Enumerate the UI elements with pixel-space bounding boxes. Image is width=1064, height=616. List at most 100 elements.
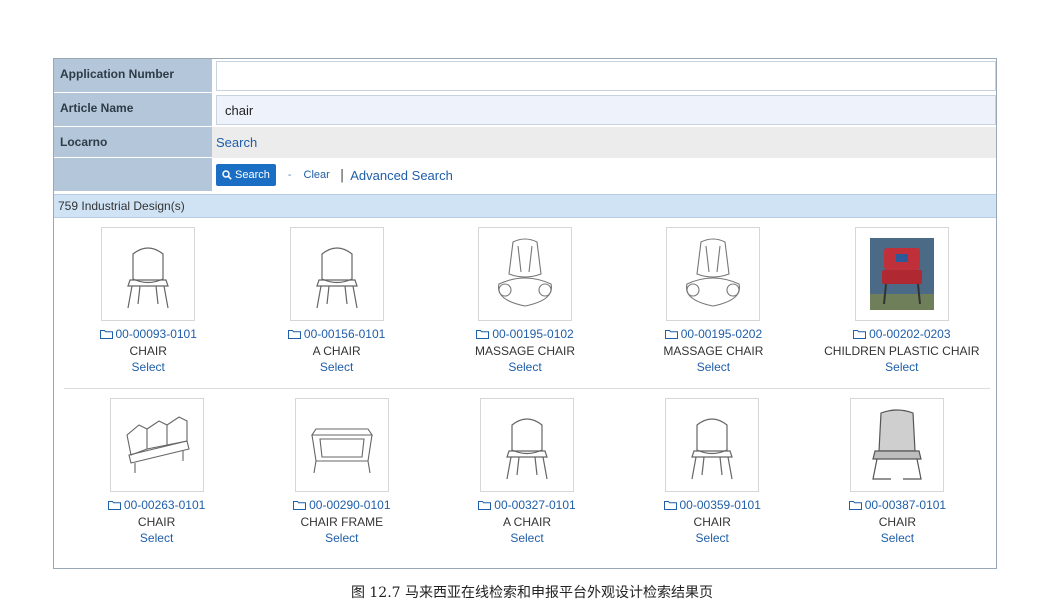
- application-number-row: Application Number: [54, 59, 996, 93]
- figure-caption: 图 12.7 马来西亚在线检索和申报平台外观设计检索结果页: [350, 585, 714, 601]
- design-article-name: A CHAIR: [503, 515, 552, 529]
- folder-icon: [848, 501, 862, 510]
- folder-icon: [107, 501, 121, 510]
- design-thumbnail[interactable]: [478, 227, 573, 321]
- result-card: 00-00195-0202 MASSAGE CHAIR Select: [619, 218, 807, 388]
- design-article-name: MASSAGE CHAIR: [475, 344, 576, 358]
- design-thumbnail[interactable]: [294, 398, 389, 492]
- locarno-row: Locarno Search: [54, 127, 996, 158]
- design-number: 00-00195-0102: [492, 327, 574, 341]
- actions-row: Search - Clear | Advanced Search: [54, 158, 996, 192]
- select-link[interactable]: Select: [881, 531, 914, 545]
- design-number: 00-00093-0101: [115, 327, 197, 341]
- select-link[interactable]: Select: [697, 360, 730, 374]
- design-article-name: CHILDREN PLASTIC CHAIR: [824, 344, 980, 358]
- design-number: 00-00290-0101: [309, 498, 391, 512]
- design-article-name: CHAIR: [129, 344, 167, 358]
- select-link[interactable]: Select: [696, 531, 729, 545]
- results-row: 00-00093-0101 CHAIR Select 00-00156-0101 A C…: [54, 218, 996, 388]
- massage-chair-sketch: [686, 238, 741, 307]
- locarno-search-link[interactable]: Search: [216, 135, 257, 150]
- search-button-label: Search: [235, 169, 270, 181]
- results-grid: 00-00093-0101 CHAIR Select 00-00156-0101 A C…: [54, 218, 996, 558]
- bench-chair-sketch: [125, 416, 190, 473]
- massage-chair-sketch: [498, 238, 553, 307]
- design-article-name: CHAIR FRAME: [300, 515, 384, 529]
- advanced-search-link[interactable]: Advanced Search: [350, 168, 453, 183]
- select-link[interactable]: Select: [325, 531, 358, 545]
- chair-sketch: [315, 247, 358, 309]
- design-number-link[interactable]: 00-00195-0202: [664, 327, 763, 341]
- results-count-bar: 759 Industrial Design(s): [54, 194, 996, 218]
- search-panel: Application Number Article Name Locarno …: [53, 58, 997, 569]
- application-number-input[interactable]: [216, 61, 996, 91]
- result-card: 00-00156-0101 A CHAIR Select: [242, 218, 430, 388]
- design-number-link[interactable]: 00-00359-0101: [663, 498, 761, 512]
- folder-icon: [478, 501, 492, 510]
- folder-icon: [293, 501, 307, 510]
- result-card: 00-00327-0101 A CHAIR Select: [434, 389, 619, 558]
- design-thumbnail[interactable]: [289, 227, 384, 321]
- folder-icon: [663, 501, 677, 510]
- search-button[interactable]: Search: [216, 164, 276, 186]
- select-link[interactable]: Select: [885, 360, 918, 374]
- select-link[interactable]: Select: [510, 531, 543, 545]
- design-number-link[interactable]: 00-00156-0101: [287, 327, 386, 341]
- chair-sketch: [506, 418, 548, 480]
- folder-icon: [664, 330, 678, 339]
- design-thumbnail[interactable]: [480, 398, 574, 492]
- design-article-name: CHAIR: [137, 515, 176, 529]
- action-pipe: |: [339, 167, 345, 183]
- design-number-link[interactable]: 00-00387-0101: [848, 498, 947, 512]
- design-thumbnail[interactable]: [101, 227, 196, 321]
- mesh-chair-sketch: [872, 409, 923, 480]
- design-number-link[interactable]: 00-00202-0203: [853, 327, 951, 341]
- design-number: 00-00263-0101: [123, 498, 206, 512]
- design-number: 00-00387-0101: [864, 498, 947, 512]
- search-icon: [222, 170, 232, 180]
- select-link[interactable]: Select: [140, 531, 173, 545]
- design-number-link[interactable]: 00-00290-0101: [293, 498, 391, 512]
- folder-icon: [853, 330, 867, 339]
- clear-link[interactable]: Clear: [304, 169, 330, 181]
- design-article-name: CHAIR: [693, 515, 731, 529]
- design-thumbnail[interactable]: [109, 398, 204, 492]
- design-number-link[interactable]: 00-00195-0102: [476, 327, 574, 341]
- chair-sketch: [691, 418, 734, 480]
- folder-icon: [99, 330, 113, 339]
- design-number: 00-00202-0203: [869, 327, 951, 341]
- result-card: 00-00202-0203 CHILDREN PLASTIC CHAIR Selec…: [808, 218, 996, 388]
- action-separator: -: [287, 169, 292, 181]
- design-number-link[interactable]: 00-00327-0101: [478, 498, 576, 512]
- article-name-row: Article Name: [54, 93, 996, 127]
- locarno-label: Locarno: [54, 127, 212, 158]
- design-thumbnail[interactable]: [665, 398, 760, 492]
- result-card: 00-00093-0101 CHAIR Select: [54, 218, 242, 388]
- design-thumbnail[interactable]: [850, 398, 945, 492]
- result-card: 00-00359-0101 CHAIR Select: [620, 389, 805, 558]
- folder-icon: [476, 330, 490, 339]
- article-name-input[interactable]: [216, 95, 996, 125]
- select-link[interactable]: Select: [320, 360, 353, 374]
- article-name-label: Article Name: [54, 93, 212, 127]
- result-card: 00-00263-0101 CHAIR Select: [64, 389, 249, 558]
- actions-label-spacer: [54, 158, 212, 192]
- design-thumbnail[interactable]: [854, 227, 949, 321]
- result-card: 00-00387-0101 CHAIR Select: [805, 389, 990, 558]
- design-article-name: CHAIR: [878, 515, 917, 529]
- design-number-link[interactable]: 00-00093-0101: [99, 327, 197, 341]
- design-thumbnail[interactable]: [666, 227, 761, 321]
- select-link[interactable]: Select: [132, 360, 165, 374]
- design-number: 00-00156-0101: [303, 327, 386, 341]
- design-article-name: MASSAGE CHAIR: [663, 344, 764, 358]
- folder-icon: [287, 330, 301, 339]
- design-number-link[interactable]: 00-00263-0101: [107, 498, 206, 512]
- results-row: 00-00263-0101 CHAIR Select 00-00290-0101 CHA…: [64, 388, 990, 558]
- red-chair-photo: [869, 238, 934, 310]
- chair-sketch: [127, 247, 170, 309]
- design-number: 00-00195-0202: [680, 327, 763, 341]
- result-card: 00-00290-0101 CHAIR FRAME Select: [249, 389, 434, 558]
- design-number: 00-00359-0101: [679, 498, 761, 512]
- design-article-name: A CHAIR: [312, 344, 361, 358]
- select-link[interactable]: Select: [508, 360, 541, 374]
